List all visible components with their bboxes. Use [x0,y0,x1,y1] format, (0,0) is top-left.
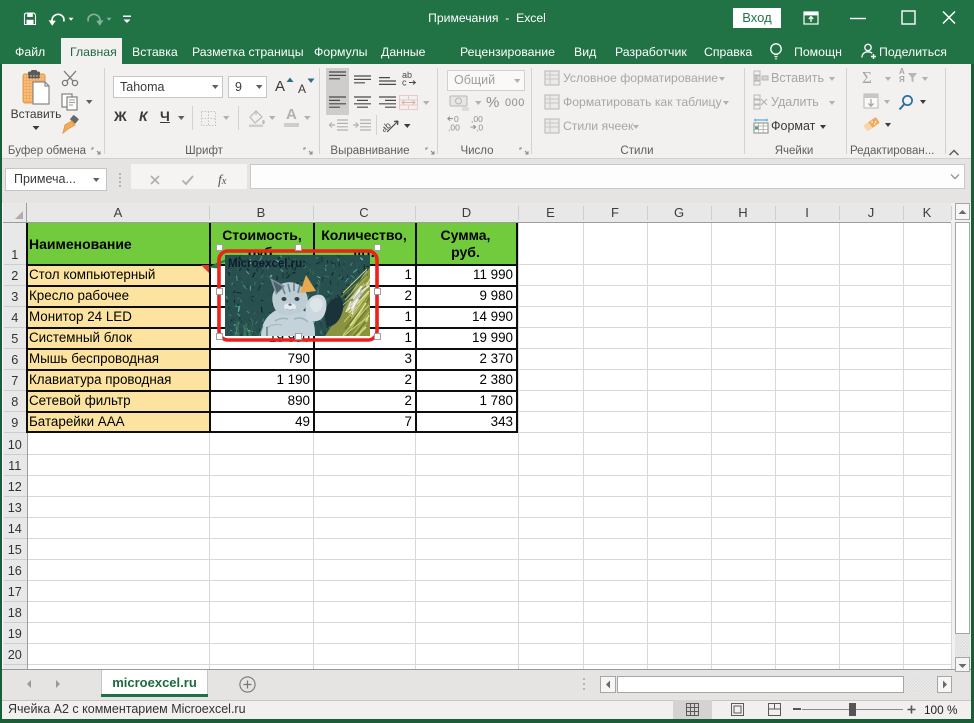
svg-text:,00: ,00 [448,123,460,133]
svg-text:c: c [402,78,407,87]
svg-text:,0: ,0 [476,123,483,133]
